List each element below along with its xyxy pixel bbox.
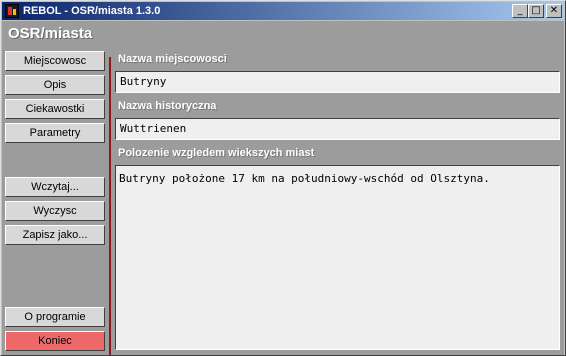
app-title: OSR/miasta <box>8 25 93 42</box>
window-title: REBOL - OSR/miasta 1.3.0 <box>23 5 161 17</box>
historic-name-label: Nazwa historyczna <box>118 100 217 112</box>
rebol-app-icon <box>5 4 19 18</box>
opis-button[interactable]: Opis <box>5 75 105 95</box>
miejscowosc-button[interactable]: Miejscowosc <box>5 51 105 71</box>
name-field[interactable]: Butryny <box>115 71 560 93</box>
name-label: Nazwa miejscowosci <box>118 53 227 65</box>
o-programie-button[interactable]: O programie <box>5 307 105 327</box>
minimize-button[interactable]: _ <box>512 4 528 18</box>
maximize-button[interactable]: □ <box>528 4 544 18</box>
location-label: Polozenie wzgledem wiekszych miast <box>118 147 315 159</box>
parametry-button[interactable]: Parametry <box>5 123 105 143</box>
ciekawostki-button[interactable]: Ciekawostki <box>5 99 105 119</box>
close-button[interactable]: ✕ <box>546 4 562 18</box>
app-window: REBOL - OSR/miasta 1.3.0 _ □ ✕ OSR/miast… <box>0 0 566 356</box>
zapisz-jako-button[interactable]: Zapisz jako... <box>5 225 105 245</box>
window-titlebar[interactable]: REBOL - OSR/miasta 1.3.0 _ □ ✕ <box>2 2 564 20</box>
historic-name-field[interactable]: Wuttrienen <box>115 118 560 140</box>
app-area: OSR/miasta Miejscowosc Opis Ciekawostki … <box>2 21 564 355</box>
location-textarea[interactable]: Butryny położone 17 km na południowy-wsc… <box>115 165 560 350</box>
wczytaj-button[interactable]: Wczytaj... <box>5 177 105 197</box>
koniec-button[interactable]: Koniec <box>5 331 105 351</box>
wyczysc-button[interactable]: Wyczysc <box>5 201 105 221</box>
sidebar-divider <box>109 57 111 355</box>
